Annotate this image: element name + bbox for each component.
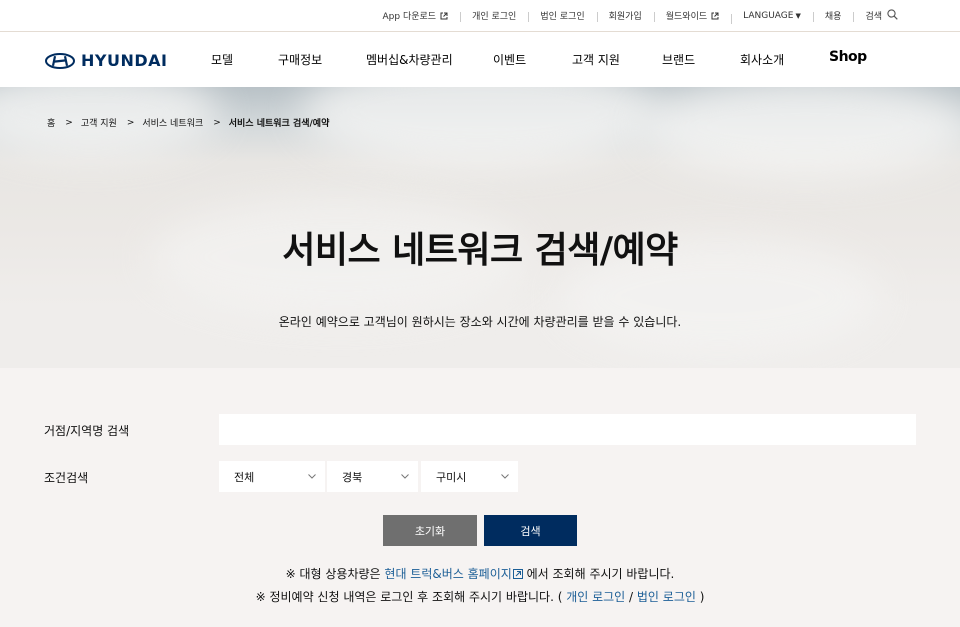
page-title: 서비스 네트워크 검색/예약 <box>282 230 678 271</box>
note2-suffix: ) <box>695 590 705 604</box>
category-select-value: 전체 <box>234 470 255 484</box>
careers-link[interactable]: 채용 <box>812 9 854 22</box>
chevron-down-icon <box>501 474 509 479</box>
main-menu: 모델 구매정보 멤버십&차량관리 이벤트 고객 지원 브랜드 회사소개 Shop <box>0 32 960 87</box>
search-icon <box>887 8 898 23</box>
city-select-value: 구미시 <box>436 470 467 484</box>
hero-banner: 홈 > 고객 지원 > 서비스 네트워크 > 서비스 네트워크 검색/예약 서비… <box>0 87 960 368</box>
region-select[interactable]: 경북 <box>327 461 418 492</box>
reset-button[interactable]: 초기화 <box>383 515 477 546</box>
truck-bus-homepage-link[interactable]: 현대 트럭&버스 홈페이지 <box>384 567 523 581</box>
cloud-decoration <box>640 87 960 177</box>
reservation-history-note: ※ 정비예약 신청 내역은 로그인 후 조회해 주시기 바랍니다. ( 개인 로… <box>0 588 960 605</box>
city-select[interactable]: 구미시 <box>421 461 518 492</box>
location-search-label: 거점/지역명 검색 <box>44 424 130 438</box>
language-label: LANGUAGE <box>743 10 794 21</box>
chevron-down-icon <box>401 474 409 479</box>
menu-shop[interactable]: Shop <box>829 49 867 65</box>
breadcrumb: 홈 > 고객 지원 > 서비스 네트워크 > 서비스 네트워크 검색/예약 <box>47 116 330 130</box>
utility-bar: App 다운로드 개인 로그인 법인 로그인 회원가입 월드와이드 LANGUA… <box>0 0 960 32</box>
breadcrumb-current: 서비스 네트워크 검색/예약 <box>228 119 330 129</box>
category-select[interactable]: 전체 <box>219 461 325 492</box>
breadcrumb-customer-support[interactable]: 고객 지원 <box>81 116 117 129</box>
commercial-vehicle-note: ※ 대형 상용차량은 현대 트럭&버스 홈페이지 에서 조회해 주시기 바랍니다… <box>0 565 960 582</box>
chevron-right-icon: > <box>213 117 221 128</box>
menu-customer-support[interactable]: 고객 지원 <box>572 51 620 68</box>
chevron-right-icon: > <box>65 117 73 128</box>
signup-label: 회원가입 <box>608 12 642 22</box>
utility-links: App 다운로드 개인 로그인 법인 로그인 회원가입 월드와이드 LANGUA… <box>371 0 911 31</box>
careers-label: 채용 <box>824 12 842 22</box>
personal-login-note-link[interactable]: 개인 로그인 <box>566 590 625 604</box>
note2-prefix: ※ 정비예약 신청 내역은 로그인 후 조회해 주시기 바랍니다. ( <box>255 590 567 604</box>
menu-events[interactable]: 이벤트 <box>493 51 526 68</box>
menu-models[interactable]: 모델 <box>211 51 233 68</box>
signup-link[interactable]: 회원가입 <box>596 9 654 22</box>
language-selector[interactable]: LANGUAGE ▼ <box>731 10 813 24</box>
chevron-down-icon <box>308 474 316 479</box>
worldwide-label: 월드와이드 <box>665 12 708 22</box>
corporate-login-link[interactable]: 법인 로그인 <box>528 9 596 22</box>
menu-purchase-info[interactable]: 구매정보 <box>278 51 322 68</box>
personal-login-label: 개인 로그인 <box>472 12 517 22</box>
app-download-link[interactable]: App 다운로드 <box>371 9 461 22</box>
main-navigation: HYUNDAI 모델 구매정보 멤버십&차량관리 이벤트 고객 지원 브랜드 회… <box>0 32 960 87</box>
breadcrumb-home[interactable]: 홈 <box>47 116 55 129</box>
worldwide-link[interactable]: 월드와이드 <box>653 9 731 22</box>
app-download-label: App 다운로드 <box>382 12 437 22</box>
search-label: 검색 <box>865 12 882 22</box>
region-select-value: 경북 <box>342 470 363 484</box>
menu-brand[interactable]: 브랜드 <box>662 51 695 68</box>
location-search-input[interactable] <box>219 414 916 445</box>
external-link-icon <box>711 12 719 20</box>
personal-login-link[interactable]: 개인 로그인 <box>460 9 528 22</box>
truck-bus-link-label: 현대 트럭&버스 홈페이지 <box>384 567 512 581</box>
note1-prefix: ※ 대형 상용차량은 <box>285 567 385 581</box>
chevron-right-icon: > <box>126 117 135 128</box>
caret-down-icon: ▼ <box>795 11 801 20</box>
condition-search-label: 조건검색 <box>44 471 89 485</box>
external-link-icon <box>440 12 448 20</box>
breadcrumb-service-network[interactable]: 서비스 네트워크 <box>142 116 203 129</box>
menu-membership[interactable]: 멤버십&차량관리 <box>366 51 453 68</box>
note2-separator: / <box>625 590 637 604</box>
note1-suffix: 에서 조회해 주시기 바랍니다. <box>522 567 675 581</box>
cloud-decoration <box>300 87 660 167</box>
menu-company[interactable]: 회사소개 <box>740 51 784 68</box>
search-form: 거점/지역명 검색 조건검색 전체 경북 구미시 초기화 검색 ※ 대형 상용차… <box>0 368 960 627</box>
search-button[interactable]: 검색 <box>484 515 577 546</box>
page-subtitle: 온라인 예약으로 고객님이 원하시는 장소와 시간에 차량관리를 받을 수 있습… <box>278 315 682 329</box>
external-link-icon <box>512 569 523 579</box>
corporate-login-label: 법인 로그인 <box>540 12 585 22</box>
corporate-login-note-link[interactable]: 법인 로그인 <box>637 590 696 604</box>
search-link[interactable]: 검색 <box>853 8 910 23</box>
